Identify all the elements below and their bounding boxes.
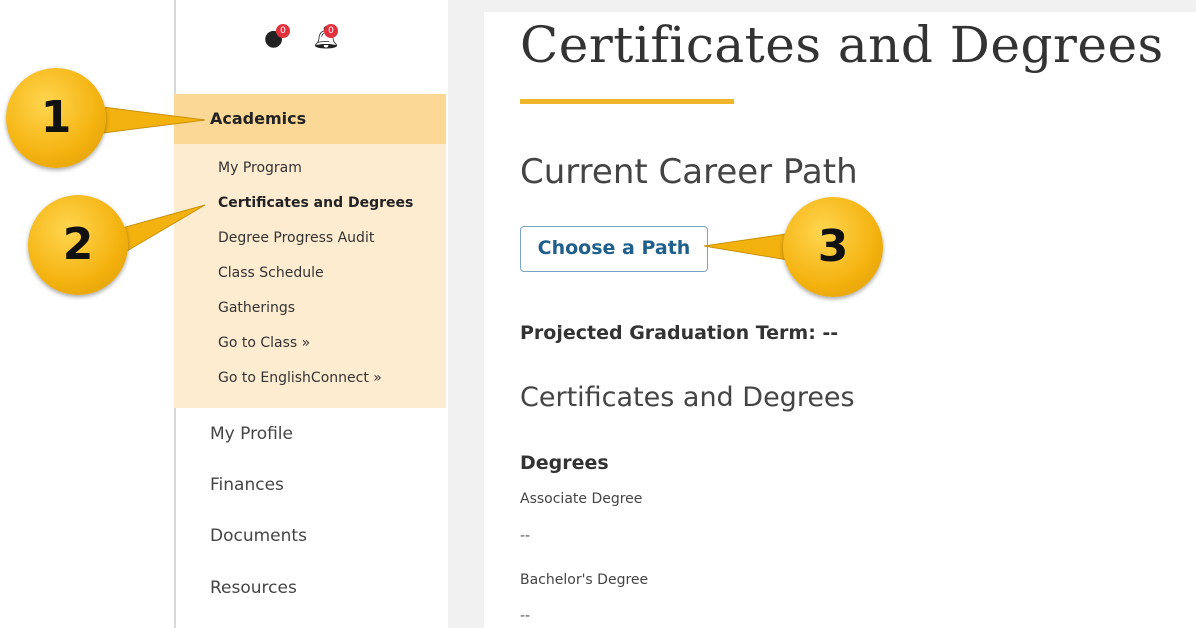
- callout-3: 3: [783, 197, 883, 297]
- callout-2-pointer: [114, 204, 206, 259]
- callout-1-pointer: [94, 105, 206, 135]
- callout-arrows: [94, 105, 801, 263]
- callout-1: 1: [6, 68, 106, 168]
- callout-2: 2: [28, 195, 128, 295]
